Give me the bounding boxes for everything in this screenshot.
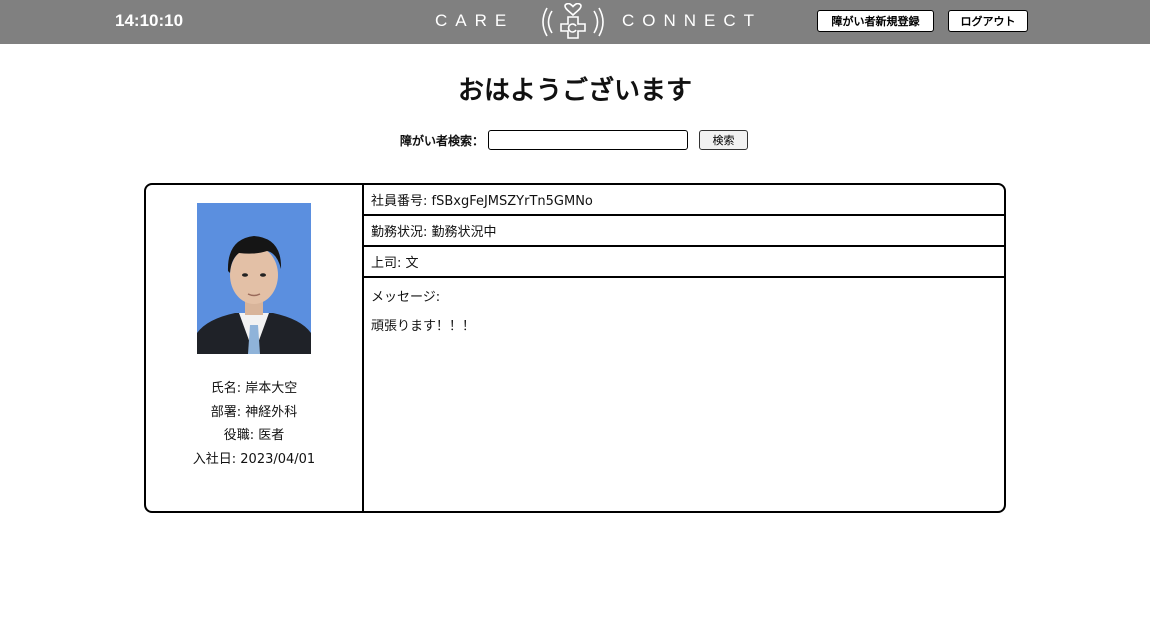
search-input[interactable]	[488, 130, 689, 150]
brand-text-connect: CONNECT	[622, 11, 763, 30]
employee-photo	[197, 203, 311, 354]
top-bar: 14:10:10 CARE CONNECT 障がい者新規登録 ログアウト	[0, 0, 1150, 44]
profile-panel: 氏名: 岸本大空 部署: 神経外科 役職: 医者 入社日: 2023/04/01	[146, 185, 364, 511]
heart-cross-signal-icon	[542, 3, 604, 39]
message-box: メッセージ: 頑張ります！！！	[364, 278, 1004, 511]
employee-card: 氏名: 岸本大空 部署: 神経外科 役職: 医者 入社日: 2023/04/01…	[144, 183, 1006, 513]
search-label: 障がい者検索：	[400, 133, 485, 148]
brand-text-care: CARE	[435, 11, 515, 30]
work-status-row: 勤務状況: 勤務状況中	[364, 216, 1004, 247]
employee-id-row: 社員番号: fSBxgFeJMSZYrTn5GMNo	[364, 185, 1004, 216]
employee-position: 役職: 医者	[223, 428, 285, 443]
search-button[interactable]: 検索	[699, 130, 749, 150]
message-text: 頑張ります！！！	[371, 319, 476, 334]
search-bar: 障がい者検索： 検索	[400, 130, 749, 150]
logout-button[interactable]: ログアウト	[948, 10, 1028, 32]
supervisor-row: 上司: 文	[364, 247, 1004, 278]
clock: 14:10:10	[115, 11, 184, 30]
register-person-button[interactable]: 障がい者新規登録	[817, 10, 934, 32]
details-panel: 社員番号: fSBxgFeJMSZYrTn5GMNo 勤務状況: 勤務状況中 上…	[364, 185, 1004, 511]
message-label: メッセージ:	[371, 290, 441, 305]
page-title: おはようございます	[457, 76, 692, 106]
employee-department: 部署: 神経外科	[210, 404, 298, 420]
employee-join-date: 入社日: 2023/04/01	[192, 451, 316, 467]
profile-details: 氏名: 岸本大空 部署: 神経外科 役職: 医者 入社日: 2023/04/01	[146, 377, 362, 471]
employee-name: 氏名: 岸本大空	[210, 381, 298, 396]
